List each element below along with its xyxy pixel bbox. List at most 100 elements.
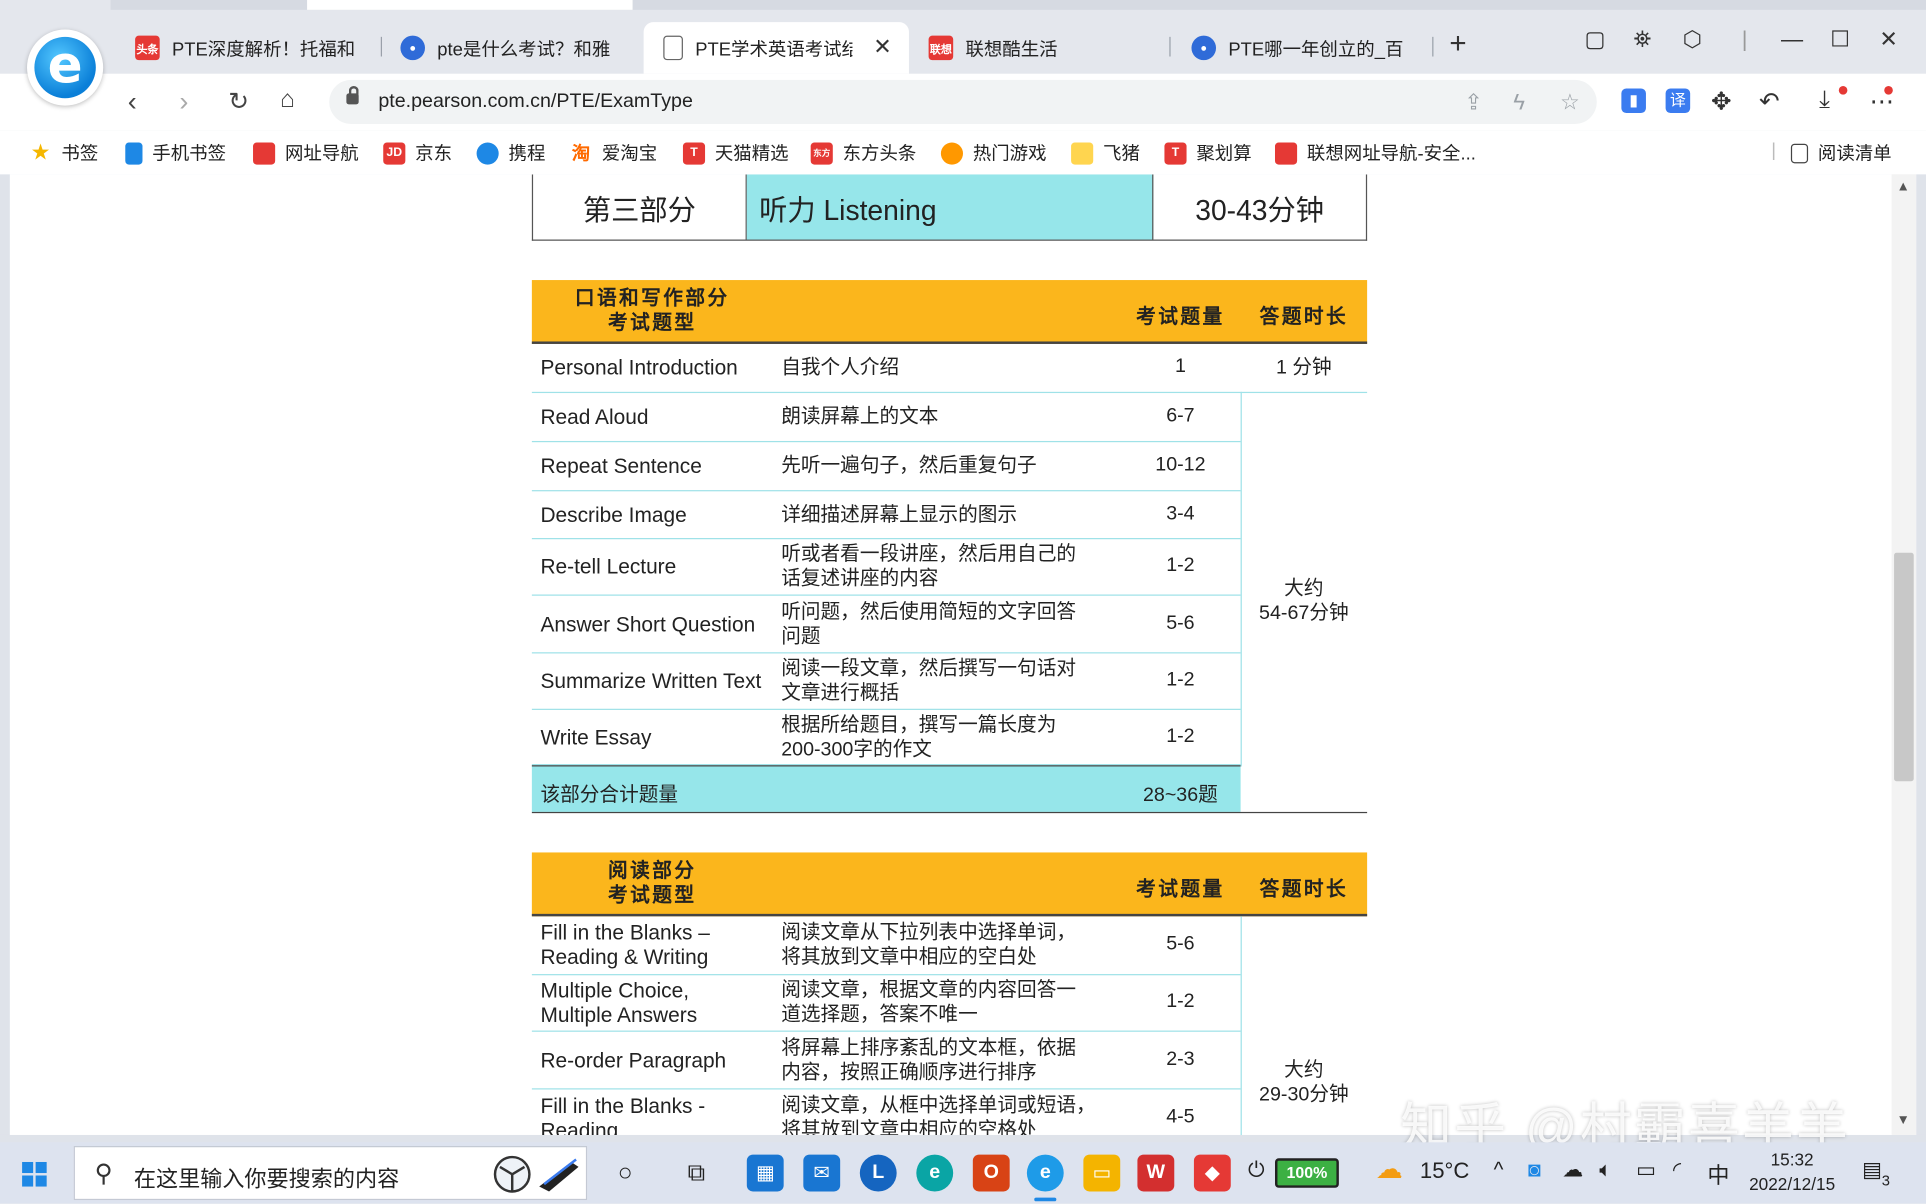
section-time-cell: 30-43分钟 [1195, 193, 1325, 226]
scrollbar-thumb[interactable] [1894, 552, 1914, 782]
header-type: 口语和写作部分 考试题型 [532, 287, 773, 336]
tab-3-active[interactable]: PTE学术英语考试结 ✕ [643, 22, 909, 74]
bookmark-item[interactable]: ★ 书签 [29, 140, 99, 166]
vertical-scrollbar[interactable]: ▲ ▼ [1891, 174, 1917, 1135]
bookmark-item[interactable]: 手机书签 [125, 140, 226, 166]
battery-indicator[interactable]: 100% [1274, 1158, 1339, 1188]
download-icon[interactable]: ⤓ [1819, 86, 1830, 114]
onedrive-icon[interactable]: ☁ [1562, 1158, 1583, 1183]
store-icon[interactable]: ▦ [746, 1154, 784, 1192]
bookmark-item[interactable]: 东方 东方头条 [810, 140, 917, 166]
notification-icon[interactable]: ▤ [1862, 1158, 1882, 1183]
bookmark-item[interactable]: 热门游戏 [940, 140, 1047, 166]
taskbar-search-box[interactable]: ⚲ 在这里输入你要搜索的内容 [73, 1146, 588, 1201]
ime-indicator[interactable]: 中 [1707, 1158, 1729, 1190]
table-row: Describe Image 详细描述屏幕上显示的图示 3-4 [531, 491, 1241, 540]
address-bar[interactable]: pte.pearson.com.cn/PTE/ExamType ⇪ ϟ ☆ [329, 79, 1597, 125]
share-icon[interactable]: ⇪ [1464, 90, 1483, 116]
file-explorer-icon[interactable]: ▭ [1083, 1154, 1121, 1192]
bookmark-item[interactable]: T 聚划算 [1164, 140, 1252, 166]
fliggy-icon [1071, 141, 1094, 164]
tab-separator [1432, 36, 1434, 57]
reading-duration-line1: 大约 [1284, 1060, 1324, 1081]
extension-shirt-icon[interactable]: ⬡ [1683, 27, 1702, 53]
row-count: 1-2 [1166, 725, 1195, 747]
row-name-en-line: Repeat Sentence [540, 454, 702, 478]
bookmark-item[interactable]: 淘爱淘宝 [570, 140, 657, 166]
weather-icon[interactable]: ☁ [1376, 1153, 1403, 1185]
temperature-label[interactable]: 15°C [1420, 1158, 1469, 1184]
edge-icon[interactable]: e [916, 1154, 954, 1192]
minimize-icon[interactable]: — [1781, 27, 1803, 53]
mail-icon[interactable]: ✉ [803, 1154, 841, 1192]
taskbar-clock[interactable]: 15:32 2022/12/15 [1742, 1147, 1843, 1196]
row-name-en-line: Reading & Writing [540, 945, 709, 970]
browser-taskbar-icon[interactable]: e [1026, 1154, 1064, 1202]
scroll-up-icon[interactable]: ▲ [1897, 179, 1910, 194]
reload-icon[interactable]: ↻ [228, 86, 249, 117]
back-icon[interactable]: ‹ [128, 86, 137, 118]
row-name-en: Re-tell Lecture [540, 555, 676, 580]
task-view-icon[interactable]: ⧉ [678, 1155, 715, 1192]
tab-5-title: PTE哪一年创立的_百度 [1228, 38, 1403, 60]
lenovo-app-icon[interactable]: L [859, 1154, 897, 1192]
new-tab-button[interactable]: + [1449, 27, 1466, 61]
tab-4[interactable]: 联想 联想酷生活 [928, 22, 1150, 74]
speaking-writing-table: 口语和写作部分 考试题型 考试题量 答题时长 Personal Introduct… [531, 280, 1368, 816]
bookmark-label: 飞猪 [1103, 143, 1140, 165]
address-bar-url[interactable]: pte.pearson.com.cn/PTE/ExamType [378, 91, 693, 113]
browser-logo-icon[interactable]: e [27, 29, 104, 106]
incognito-icon[interactable]: ⛯ [1634, 27, 1652, 53]
bookmark-label: 天猫精选 [714, 143, 789, 165]
translate-icon[interactable]: 译 [1665, 88, 1691, 114]
section-part-cell: 第三部分 [533, 174, 747, 240]
windows-start-icon[interactable] [22, 1161, 47, 1187]
red-app-icon[interactable]: ◆ [1193, 1154, 1231, 1192]
home-icon[interactable]: ⌂ [280, 86, 295, 114]
chevron-up-icon[interactable]: ^ [1494, 1158, 1504, 1183]
maximize-icon[interactable]: ☐ [1830, 27, 1850, 53]
row-name-en: Write Essay [540, 725, 651, 750]
bookmark-item[interactable]: 联想网址导航-安全... [1274, 140, 1476, 166]
wifi-icon[interactable]: ◜ [1673, 1158, 1681, 1183]
power-plug-icon[interactable]: ⏻ [1248, 1158, 1265, 1183]
bookmark-item[interactable]: 飞猪 [1071, 140, 1140, 166]
row-description-cn-line: 阅读文章，根据文章的内容回答一 [781, 980, 1077, 1002]
tab-1[interactable]: 头条 PTE深度解析！托福和 [135, 22, 368, 74]
star-bookmark-icon[interactable]: ☆ [1560, 90, 1580, 116]
tab-2[interactable]: ● pte是什么考试？和雅 [400, 22, 621, 74]
tab-5[interactable]: ● PTE哪一年创立的_百度 [1191, 22, 1412, 74]
reading-list-button[interactable]: 阅读清单 [1790, 140, 1892, 166]
row-description-cn-line: 将其放到文章中相应的空白处 [781, 947, 1037, 968]
cortana-icon[interactable]: ○ [607, 1155, 644, 1192]
close-tab-icon[interactable]: ✕ [873, 34, 892, 60]
scroll-down-icon[interactable]: ▼ [1897, 1113, 1910, 1128]
row-description-cn: 阅读一段文章，然后撰写一句话对 文章进行概括 [781, 657, 1115, 706]
toutiao-icon: 头条 [135, 35, 160, 61]
tray-app-icon[interactable]: ◙ [1528, 1158, 1541, 1183]
row-description-cn-line: 内容，按照正确顺序进行排序 [781, 1061, 1037, 1083]
office-icon[interactable]: O [972, 1154, 1010, 1192]
bookmark-item[interactable]: 携程 [476, 140, 545, 166]
puzzle-extension-icon[interactable]: ✥ [1711, 86, 1732, 117]
undo-close-tab-icon[interactable]: ↶ [1759, 86, 1780, 117]
table-row: Read Aloud 朗读屏幕上的文本 6-7 [531, 393, 1241, 443]
tab-list-icon[interactable]: ▢ [1585, 27, 1606, 53]
lightning-icon[interactable]: ϟ [1513, 90, 1525, 116]
total-label: 该部分合计题量 [540, 784, 679, 806]
close-window-icon[interactable]: ✕ [1879, 27, 1898, 53]
extension-blue-icon[interactable]: ▮ [1621, 88, 1646, 114]
row-name-en-line: Multiple Choice, [540, 978, 690, 1003]
forward-icon[interactable]: › [179, 86, 188, 118]
bookmark-item[interactable]: T 天猫精选 [682, 140, 789, 166]
device-icon[interactable]: ▭ [1636, 1158, 1656, 1183]
row-name-en: Describe Image [540, 503, 686, 528]
table-header: 阅读部分 考试题型 考试题量 答题时长 [531, 852, 1368, 917]
bookmark-label: 书签 [61, 143, 99, 165]
bookmark-item[interactable]: 网址导航 [253, 140, 359, 166]
row-description-cn: 阅读文章从下拉列表中选择单词， 将其放到文章中相应的空白处 [781, 921, 1115, 970]
bookmark-label: 东方头条 [842, 143, 917, 165]
volume-icon[interactable]: 🔈︎ [1599, 1158, 1612, 1183]
bookmark-item[interactable]: JD 京东 [383, 140, 452, 166]
wps-icon[interactable]: W [1137, 1154, 1175, 1192]
